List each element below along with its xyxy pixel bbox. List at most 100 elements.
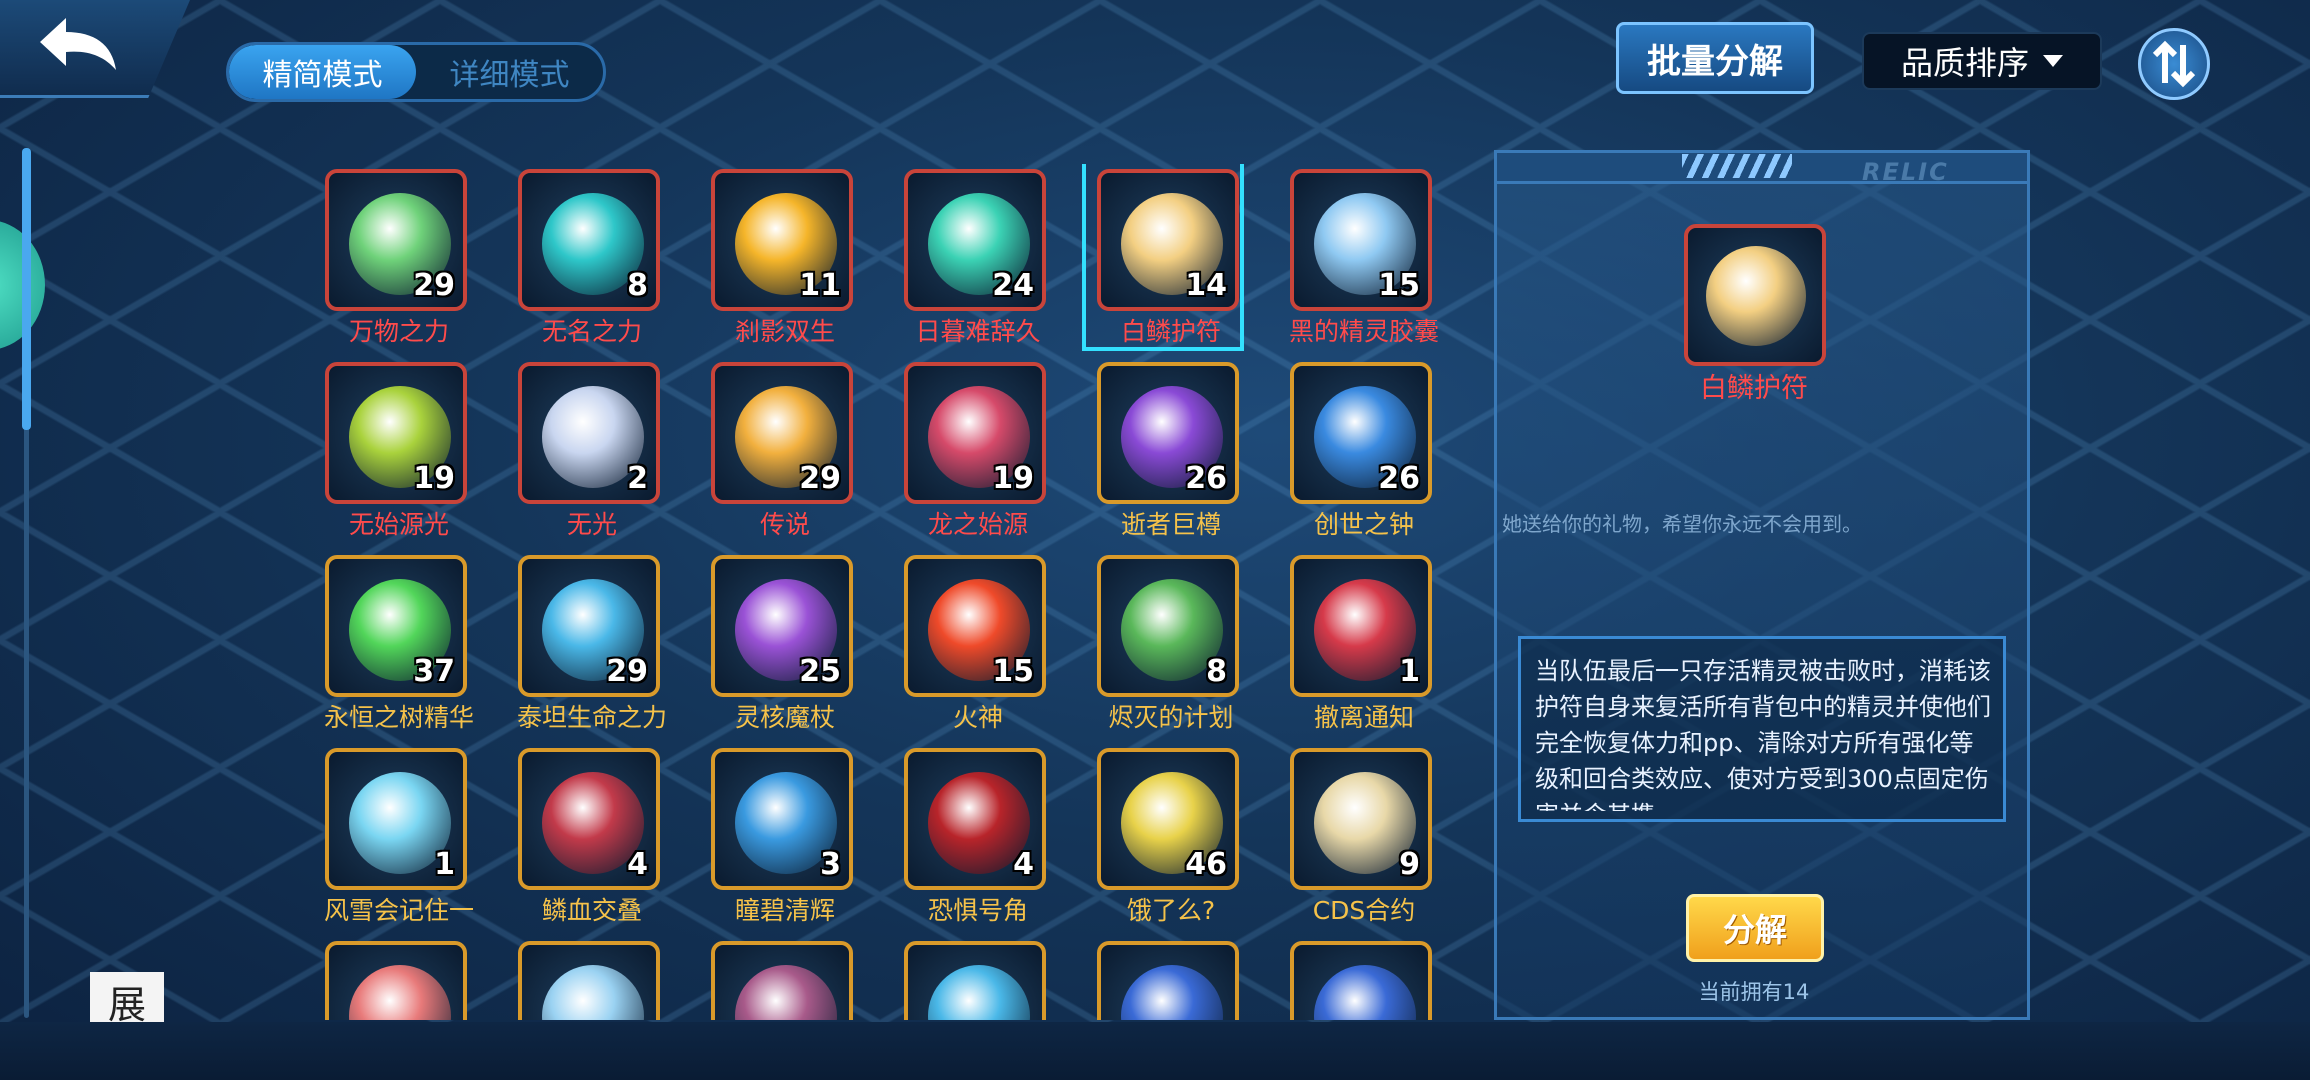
relic-item[interactable]: 4 恐惧号角 xyxy=(893,743,1063,933)
relic-item[interactable]: 37 永恒之树精华 xyxy=(314,550,484,740)
relic-icon xyxy=(1314,965,1416,1020)
relic-name: 风雪会记住一 xyxy=(323,896,474,925)
relic-item-frame: 25 xyxy=(711,555,853,697)
relic-item[interactable]: 19 龙之始源 xyxy=(893,357,1063,547)
relic-name: 火神 xyxy=(952,703,1003,732)
white-scale-amulet-icon xyxy=(1706,246,1806,346)
relic-item-frame: 19 xyxy=(325,362,467,504)
relic-item[interactable]: 1 撤离通知 xyxy=(1279,550,1444,740)
relic-item[interactable]: 2 无光 xyxy=(507,357,677,547)
mode-simple-tab[interactable]: 精简模式 xyxy=(229,45,416,99)
relic-count: 15 xyxy=(1378,268,1420,303)
relic-item[interactable]: 29 万物之力 xyxy=(314,164,484,354)
scroll-thumb[interactable] xyxy=(22,148,31,430)
relic-item[interactable]: 25 灵核魔杖 xyxy=(700,550,870,740)
relic-item-frame: 14 xyxy=(1097,169,1239,311)
mode-detailed-tab[interactable]: 详细模式 xyxy=(416,45,603,99)
relic-item[interactable]: 29 传说 xyxy=(700,357,870,547)
relic-name: 逝者巨樽 xyxy=(1120,510,1221,539)
relic-item-frame xyxy=(711,941,853,1020)
relic-item[interactable]: 26 创世之钟 xyxy=(1279,357,1444,547)
detail-item-name: 白鳞护符 xyxy=(1700,373,1808,404)
relic-name: 传说 xyxy=(759,510,810,539)
bottom-bar xyxy=(0,1022,2310,1080)
detail-description: 当队伍最后一只存活精灵被击败时，消耗该护符自身来复活所有背包中的精灵并使他们完全… xyxy=(1535,657,1991,811)
relic-name: 烬灭的计划 xyxy=(1108,703,1234,732)
relic-count: 4 xyxy=(627,847,648,882)
relic-item-frame: 29 xyxy=(518,555,660,697)
relic-item-frame: 4 xyxy=(904,748,1046,890)
relic-name: 瞳碧清辉 xyxy=(734,896,835,925)
relic-item[interactable]: 9 CDS合约 xyxy=(1279,743,1444,933)
relic-item-frame: 15 xyxy=(1290,169,1432,311)
relic-count: 19 xyxy=(992,461,1034,496)
detail-item-frame xyxy=(1684,224,1826,366)
relic-tag: RELIC xyxy=(1862,158,1949,186)
relic-item[interactable] xyxy=(507,936,677,1020)
relic-item[interactable]: 3 瞳碧清辉 xyxy=(700,743,870,933)
relic-name: 灵核魔杖 xyxy=(734,703,835,732)
relic-item-frame: 11 xyxy=(711,169,853,311)
decompose-button[interactable]: 分解 xyxy=(1686,894,1824,962)
relic-item[interactable]: 19 无始源光 xyxy=(314,357,484,547)
relic-item-frame: 3 xyxy=(711,748,853,890)
detail-description-box[interactable]: 当队伍最后一只存活精灵被击败时，消耗该护符自身来复活所有背包中的精灵并使他们完全… xyxy=(1518,636,2006,822)
relic-name: 刹影双生 xyxy=(734,317,835,346)
relic-icon xyxy=(349,965,451,1020)
relic-count: 29 xyxy=(606,654,648,689)
relic-item-frame xyxy=(1290,941,1432,1020)
relic-count: 1 xyxy=(1399,654,1420,689)
relic-item-frame: 15 xyxy=(904,555,1046,697)
relic-item[interactable]: 15 火神 xyxy=(893,550,1063,740)
relic-name: 白鳞护符 xyxy=(1120,317,1221,346)
relic-name: 泰坦生命之力 xyxy=(516,703,667,732)
relic-count: 37 xyxy=(413,654,455,689)
relic-count: 8 xyxy=(1206,654,1227,689)
chevron-down-icon xyxy=(2043,55,2063,67)
relic-name: 撤离通知 xyxy=(1313,703,1414,732)
relic-count: 8 xyxy=(627,268,648,303)
relic-name: 日暮难辞久 xyxy=(915,317,1041,346)
relic-item-frame: 46 xyxy=(1097,748,1239,890)
relic-item[interactable] xyxy=(893,936,1063,1020)
relic-name: 无光 xyxy=(566,510,617,539)
relic-name: 无始源光 xyxy=(348,510,449,539)
relic-item[interactable]: 8 烬灭的计划 xyxy=(1086,550,1256,740)
relic-item[interactable]: 46 饿了么? xyxy=(1086,743,1256,933)
relic-item[interactable] xyxy=(1279,936,1444,1020)
relic-item-frame: 26 xyxy=(1097,362,1239,504)
relic-item[interactable]: 4 鳞血交叠 xyxy=(507,743,677,933)
relic-item[interactable]: 24 日暮难辞久 xyxy=(893,164,1063,354)
relic-item-frame: 29 xyxy=(711,362,853,504)
sort-order-button[interactable] xyxy=(2138,28,2210,100)
relic-name: 龙之始源 xyxy=(927,510,1028,539)
relic-item[interactable]: 8 无名之力 xyxy=(507,164,677,354)
relic-item[interactable]: 26 逝者巨樽 xyxy=(1086,357,1256,547)
relic-item[interactable]: 11 刹影双生 xyxy=(700,164,870,354)
relic-item[interactable] xyxy=(700,936,870,1020)
swap-arrows-icon xyxy=(2152,40,2196,88)
owned-count: 当前拥有14 xyxy=(1698,980,1810,1004)
relic-count: 2 xyxy=(627,461,648,496)
relic-count: 4 xyxy=(1013,847,1034,882)
relic-item[interactable]: 29 泰坦生命之力 xyxy=(507,550,677,740)
relic-item[interactable]: 14 白鳞护符 xyxy=(1082,164,1256,354)
relic-name: 恐惧号角 xyxy=(927,896,1028,925)
relic-item[interactable] xyxy=(1086,936,1256,1020)
relic-count: 24 xyxy=(992,268,1034,303)
relic-item[interactable]: 1 风雪会记住一 xyxy=(314,743,484,933)
relic-name: 黑的精灵胶囊 xyxy=(1288,317,1439,346)
relic-item-frame: 26 xyxy=(1290,362,1432,504)
relic-item[interactable]: 15 黑的精灵胶囊 xyxy=(1279,164,1444,354)
relic-item[interactable] xyxy=(314,936,484,1020)
sort-dropdown[interactable]: 品质排序 xyxy=(1862,32,2102,90)
relic-item-frame: 9 xyxy=(1290,748,1432,890)
relic-item-frame xyxy=(325,941,467,1020)
relic-count: 9 xyxy=(1399,847,1420,882)
relic-count: 26 xyxy=(1185,461,1227,496)
batch-decompose-button[interactable]: 批量分解 xyxy=(1616,22,1814,94)
relic-item-frame: 19 xyxy=(904,362,1046,504)
relic-count: 19 xyxy=(413,461,455,496)
relic-name: 万物之力 xyxy=(348,317,449,346)
relic-name: 永恒之树精华 xyxy=(323,703,474,732)
